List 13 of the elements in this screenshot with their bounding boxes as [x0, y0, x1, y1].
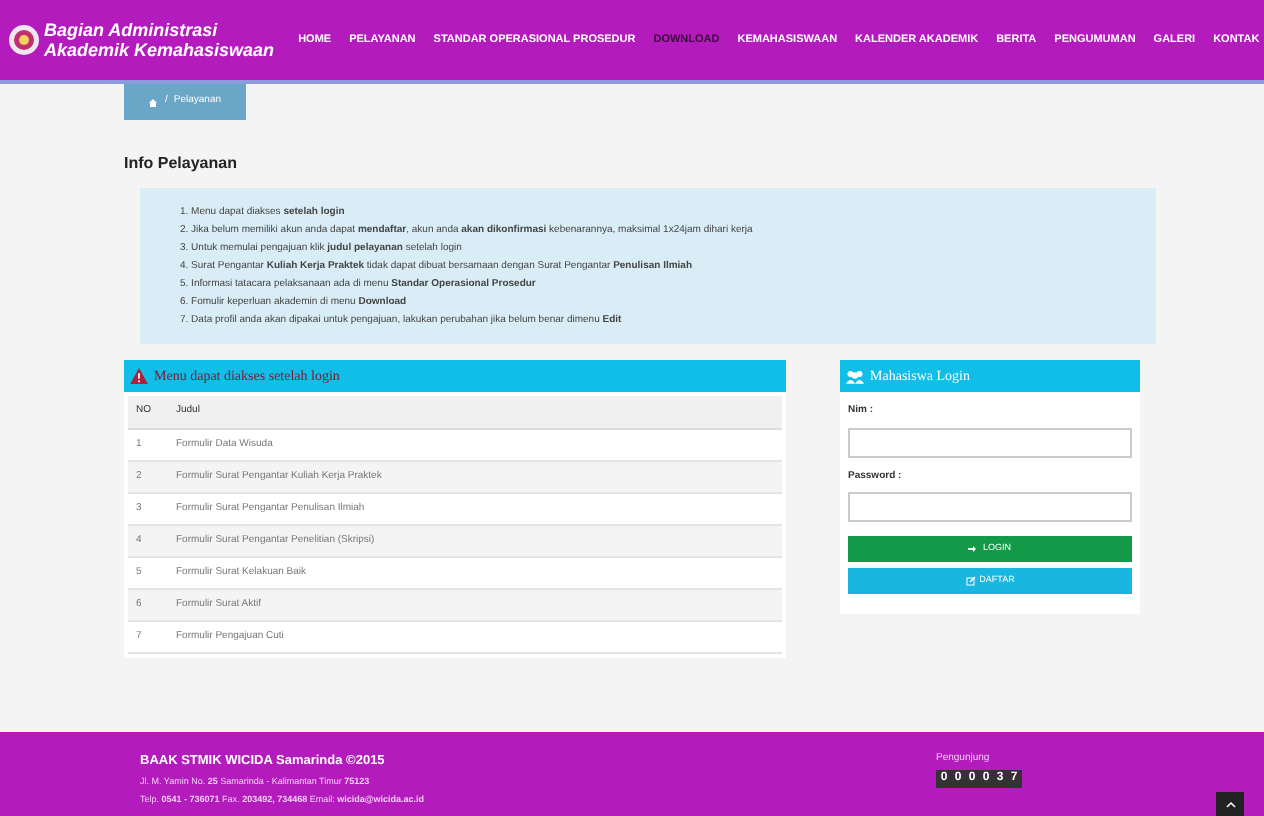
edit-icon — [965, 576, 976, 586]
page-title: Info Pelayanan — [124, 152, 239, 176]
input-field[interactable] — [848, 427, 1132, 457]
sign-in-icon — [968, 544, 979, 554]
logo-text: Akademik Kemahasiswaan — [44, 40, 275, 60]
caret-up-icon — [1225, 801, 1235, 807]
logo-text: Bagian Administrasi — [44, 20, 220, 40]
home-icon — [148, 97, 159, 107]
emblem-icon — [8, 24, 40, 56]
scroll-top-button[interactable] — [1216, 792, 1244, 816]
input-field[interactable] — [848, 492, 1132, 522]
warning-icon — [130, 368, 148, 384]
users-icon — [846, 369, 864, 383]
